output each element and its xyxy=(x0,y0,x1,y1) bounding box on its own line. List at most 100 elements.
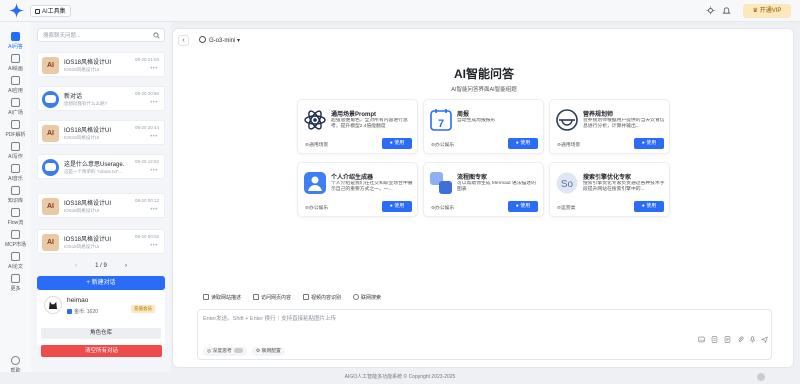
deep-think-toggle[interactable]: ◎ 深度思考 xyxy=(203,347,247,356)
app-title[interactable]: AI工具集 xyxy=(30,5,71,17)
send-icon[interactable] xyxy=(761,336,768,343)
clear-all-button[interactable]: 清空所有对话 xyxy=(41,345,162,357)
role-store-button[interactable]: 角色仓库 xyxy=(41,328,161,339)
prev-page-button[interactable]: ‹ xyxy=(75,260,77,272)
conversation-time: 08-20 20:44 xyxy=(134,125,159,130)
prompt-card[interactable]: 流程图专家 可以帮助你生成 Mermaid 语法描述的图表 ⊘办公娱乐 ● 使用 xyxy=(423,162,544,217)
rail-label: 知识库 xyxy=(7,198,23,204)
use-button[interactable]: ● 使用 xyxy=(634,138,664,149)
paper-icon xyxy=(11,252,20,261)
rail-label: AI问答 xyxy=(8,44,23,50)
card-description: 超强思维角色，全对所有内容进行思考，提升模型2.4倍能翻度 xyxy=(331,118,408,129)
rail-item-ai-qa[interactable]: AI问答 xyxy=(0,32,31,50)
tool-read-site[interactable]: 读取网站描述 xyxy=(203,294,241,301)
more-dots-icon[interactable]: ••• xyxy=(150,168,158,174)
rail-item-ai-square[interactable]: AI广场 xyxy=(0,98,31,116)
conversation-item[interactable]: 这是什么意思Userage... 这是一个简单的 "robots.txt"...… xyxy=(37,154,165,179)
vip-label: 开通VIP xyxy=(759,8,782,14)
rail-item-ai-draw[interactable]: AI绘画 xyxy=(0,54,31,72)
prompt-card[interactable]: 7 周报 自动生成周报报形 ⊘办公娱乐 ● 使用 xyxy=(423,99,544,154)
footer-copyright: AIGO人工智能多功能系统 © Copyright 2023-2025 xyxy=(344,374,456,380)
page-subtitle: AI智能问答界面AI智能组题 xyxy=(451,87,517,93)
ai-avatar-icon: AI xyxy=(42,57,59,74)
conversation-item[interactable]: AI IOS18风格设计UI IOS18风格设计UI 08-20 20:44 •… xyxy=(37,120,165,145)
conversation-item[interactable]: 新对话 您想问我有什么么呢? 08-20 20:50 ••• xyxy=(37,86,165,111)
prompt-card[interactable]: 营养规划师 营养规划师根据用户提供的当天饮食信息进行分析，计算并输出... ⊘通… xyxy=(549,99,670,154)
rail-item-ai-apps[interactable]: AI应用 xyxy=(0,76,31,94)
vip-button[interactable]: ♛ 开通VIP xyxy=(743,4,791,18)
prompt-card[interactable]: So 搜索引擎优化专家 搜索引擎优化专家负责通过各种技术手段提升网站在搜索引擎中… xyxy=(549,162,670,217)
image-upload-icon[interactable] xyxy=(698,336,705,343)
conversation-item[interactable]: AI IOS18风格设计UI IOS18风格设计UI 08-20 21:04 •… xyxy=(37,52,165,77)
seo-icon: So xyxy=(556,172,578,194)
prompt-card[interactable]: 通用场景Prompt 超强思维角色，全对所有内容进行思考，提升模型2.4倍能翻度… xyxy=(297,99,418,154)
search-input[interactable] xyxy=(43,32,148,40)
toggle-switch[interactable] xyxy=(233,348,243,353)
tool-visit-page[interactable]: 访问网页内容 xyxy=(253,294,291,301)
search-icon[interactable] xyxy=(153,32,160,39)
more-dots-icon[interactable]: ••• xyxy=(150,100,158,106)
app-title-text: AI工具集 xyxy=(42,9,66,15)
back-button[interactable]: ‹ xyxy=(178,35,189,46)
conversation-title: 这是什么意思Userage... xyxy=(64,162,124,168)
card-description: 搜索引擎优化专家负责通过各种技术手段提升网站在搜索引擎中的... xyxy=(583,181,665,192)
coin-balance: 金币: 1620 xyxy=(67,308,98,315)
more-dots-icon[interactable]: ••• xyxy=(150,207,158,213)
conversation-item[interactable]: AI IOS18风格设计UI IOS18风格设计UI 08-20 00:12 •… xyxy=(37,193,165,218)
web-config-label: 联网配置 xyxy=(261,349,281,354)
rail-label: AI写作 xyxy=(8,154,23,160)
conversation-item[interactable]: AI IOS18风格设计UI IOS18风格设计UI 08-20 00:02 •… xyxy=(37,229,165,254)
chevron-down-icon: ▾ xyxy=(237,38,241,44)
conversation-title: IOS18风格设计UI xyxy=(64,237,112,243)
prompt-card[interactable]: 个人介绍生成器 个人介绍是我们在社交和职业场合中展示自己的重要方式之一。一...… xyxy=(297,162,418,217)
membership-badge[interactable]: 充值会员 xyxy=(131,305,155,313)
file-upload-icon[interactable] xyxy=(711,336,718,343)
use-label: 使用 xyxy=(394,140,405,146)
rail-item-pdf[interactable]: PDF解析 xyxy=(0,120,31,138)
conversation-title: IOS18风格设计UI xyxy=(64,128,112,134)
use-button[interactable]: ● 使用 xyxy=(382,201,412,212)
more-dots-icon[interactable]: ••• xyxy=(150,66,158,72)
use-button[interactable]: ● 使用 xyxy=(634,201,664,212)
pen-icon xyxy=(11,142,20,151)
chat-bubble-icon xyxy=(42,91,59,108)
model-selector[interactable]: G-o3-mini ▾ xyxy=(199,36,240,46)
tool-video-recognize[interactable]: 视频内容识别 xyxy=(303,294,341,301)
rail-item-mcp[interactable]: MCP市场 xyxy=(0,230,31,248)
use-button[interactable]: ● 使用 xyxy=(508,138,538,149)
attachment-icon[interactable] xyxy=(737,336,744,343)
conversation-time: 08-20 12:52 xyxy=(134,159,159,164)
theme-toggle-icon[interactable] xyxy=(706,6,715,15)
page-icon xyxy=(253,294,259,300)
floating-assistant-icon[interactable] xyxy=(757,373,765,381)
message-input[interactable] xyxy=(203,314,683,328)
bell-icon[interactable] xyxy=(722,6,731,15)
avatar[interactable] xyxy=(44,296,62,314)
rail-label: AI论文 xyxy=(8,264,23,270)
current-page: 1 xyxy=(95,263,99,269)
rail-item-flow[interactable]: Flow流 xyxy=(0,208,31,226)
use-button[interactable]: ● 使用 xyxy=(382,138,412,149)
more-dots-icon[interactable]: ••• xyxy=(150,134,158,140)
rail-label: AI应用 xyxy=(8,88,23,94)
more-dots-icon[interactable]: ••• xyxy=(150,243,158,249)
document-icon[interactable] xyxy=(724,336,731,343)
use-label: 使用 xyxy=(646,203,657,209)
search-box xyxy=(37,28,165,42)
next-page-button[interactable]: › xyxy=(125,260,127,272)
page-title: AI智能问答 xyxy=(453,67,514,81)
rail-item-ai-paper[interactable]: AI论文 xyxy=(0,252,31,270)
tool-web-search[interactable]: 联网搜索 xyxy=(353,294,381,301)
tool-label: 联网搜索 xyxy=(361,295,382,301)
rail-item-ai-music[interactable]: AI音乐 xyxy=(0,164,31,182)
rail-item-knowledge[interactable]: 知识库 xyxy=(0,186,31,204)
card-description: 营养规划师根据用户提供的当天饮食信息进行分析，计算并输出... xyxy=(583,118,665,129)
help-icon xyxy=(11,356,20,365)
use-button[interactable]: ● 使用 xyxy=(508,201,538,212)
card-title: 个人介绍生成器 xyxy=(331,175,374,181)
microphone-icon[interactable] xyxy=(749,336,756,343)
rail-item-ai-write[interactable]: AI写作 xyxy=(0,142,31,160)
rail-item-more[interactable]: 更多 xyxy=(0,274,31,292)
new-chat-button[interactable]: + 新建对话 xyxy=(37,276,165,290)
web-config-button[interactable]: ⚙ 联网配置 xyxy=(252,347,285,356)
